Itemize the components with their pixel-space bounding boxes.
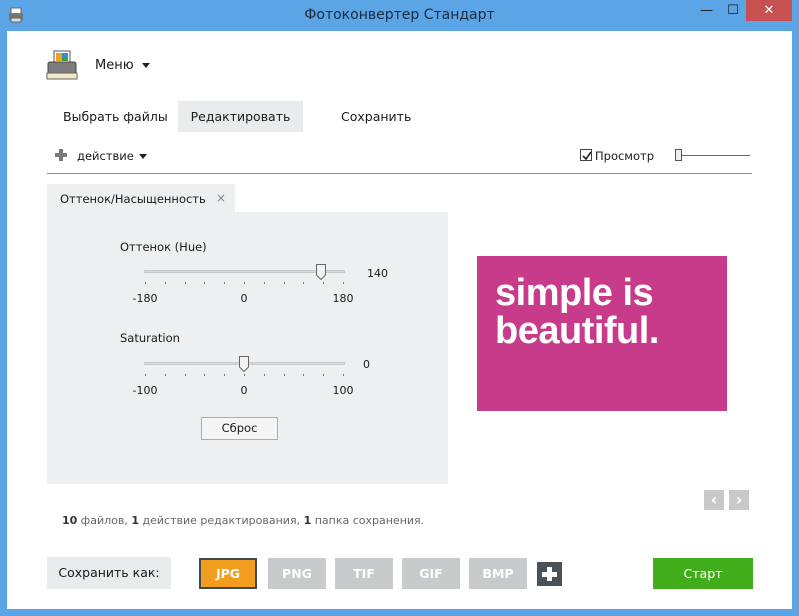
actions-count: 1 — [131, 514, 139, 527]
format-png-button[interactable]: PNG — [268, 558, 326, 589]
add-action-icon[interactable] — [55, 149, 67, 161]
title-bar: Фотоконвертер Стандарт — ☐ ✕ — [0, 0, 799, 31]
window-title: Фотоконвертер Стандарт — [304, 7, 495, 23]
hue-slider-thumb[interactable] — [316, 264, 326, 280]
slider-tick — [244, 374, 245, 376]
add-format-button[interactable] — [537, 562, 562, 586]
format-gif-button[interactable]: GIF — [402, 558, 460, 589]
hue-saturation-panel: Оттенок (Hue) 140 -180 0 180 Saturation … — [47, 212, 448, 484]
saturation-max-label: 100 — [332, 384, 354, 397]
slider-tick — [343, 374, 344, 376]
close-button[interactable]: ✕ — [746, 0, 792, 21]
chevron-down-icon[interactable] — [139, 154, 147, 159]
slider-tick — [244, 282, 245, 284]
slider-tick — [283, 374, 285, 376]
preview-image-text: simple is beautiful. — [495, 274, 659, 350]
check-icon — [582, 151, 592, 161]
slider-tick — [323, 282, 325, 284]
saturation-mid-label: 0 — [240, 384, 248, 397]
zoom-slider-thumb[interactable] — [675, 149, 682, 161]
slider-tick — [224, 282, 226, 284]
files-text: файлов, — [77, 514, 132, 527]
save-as-label: Сохранить как: — [47, 557, 171, 589]
hue-value: 140 — [367, 267, 388, 280]
saturation-min-label: -100 — [132, 384, 158, 397]
zoom-slider-track[interactable] — [680, 155, 750, 156]
hue-slider-track[interactable] — [144, 270, 345, 273]
previous-image-button[interactable]: ‹ — [704, 490, 724, 510]
panel-tab-hue-saturation[interactable]: Оттенок/Насыщенность × — [47, 184, 235, 212]
preview-label[interactable]: Просмотр — [595, 149, 654, 163]
close-icon[interactable]: × — [216, 191, 226, 205]
hue-max-label: 180 — [332, 292, 354, 305]
preview-checkbox[interactable] — [580, 149, 592, 161]
main-window: Меню Выбрать файлы Редактировать Сохрани… — [7, 31, 792, 609]
chevron-down-icon — [142, 63, 150, 68]
reset-button[interactable]: Сброс — [201, 417, 278, 440]
menu-label[interactable]: Меню — [95, 58, 134, 73]
printer-icon — [46, 50, 78, 80]
hue-title: Оттенок (Hue) — [120, 240, 207, 254]
files-count: 10 — [62, 514, 78, 527]
hue-mid-label: 0 — [240, 292, 248, 305]
slider-tick — [323, 374, 325, 376]
tab-save[interactable]: Сохранить — [325, 101, 427, 132]
slider-tick — [303, 374, 305, 376]
slider-tick — [204, 282, 206, 284]
minimize-button[interactable]: — — [693, 0, 720, 21]
preview-text-line-2: beautiful. — [495, 310, 659, 352]
saturation-title: Saturation — [120, 331, 180, 345]
slider-tick — [303, 282, 305, 284]
preview-text-line-1: simple is — [495, 272, 654, 314]
slider-tick — [184, 374, 186, 376]
slider-tick — [263, 282, 265, 284]
panel-tab-label: Оттенок/Насыщенность — [60, 192, 206, 206]
actions-text: действие редактирования, — [139, 514, 304, 527]
maximize-button[interactable]: ☐ — [720, 0, 746, 21]
preview-image: simple is beautiful. — [477, 256, 727, 411]
tab-edit[interactable]: Редактировать — [178, 101, 303, 132]
add-action-button[interactable]: действие — [77, 149, 134, 163]
next-image-button[interactable]: › — [729, 490, 749, 510]
slider-tick — [145, 374, 146, 376]
slider-tick — [164, 282, 166, 284]
format-jpg-button[interactable]: JPG — [199, 558, 257, 589]
slider-tick — [283, 282, 285, 284]
status-summary: 10 файлов, 1 действие редактирования, 1 … — [62, 514, 424, 527]
folders-text: папка сохранения. — [311, 514, 425, 527]
slider-tick — [343, 282, 344, 284]
hue-min-label: -180 — [132, 292, 158, 305]
format-tif-button[interactable]: TIF — [335, 558, 393, 589]
slider-tick — [184, 282, 186, 284]
format-bmp-button[interactable]: BMP — [469, 558, 527, 589]
start-button[interactable]: Старт — [653, 558, 753, 589]
tab-select-files[interactable]: Выбрать файлы — [47, 101, 184, 132]
slider-tick — [224, 374, 226, 376]
slider-tick — [204, 374, 206, 376]
slider-tick — [263, 374, 265, 376]
saturation-slider-thumb[interactable] — [239, 356, 249, 372]
slider-tick — [145, 282, 146, 284]
action-toolbar: действие Просмотр — [47, 144, 752, 174]
saturation-value: 0 — [363, 358, 370, 371]
slider-tick — [164, 374, 166, 376]
